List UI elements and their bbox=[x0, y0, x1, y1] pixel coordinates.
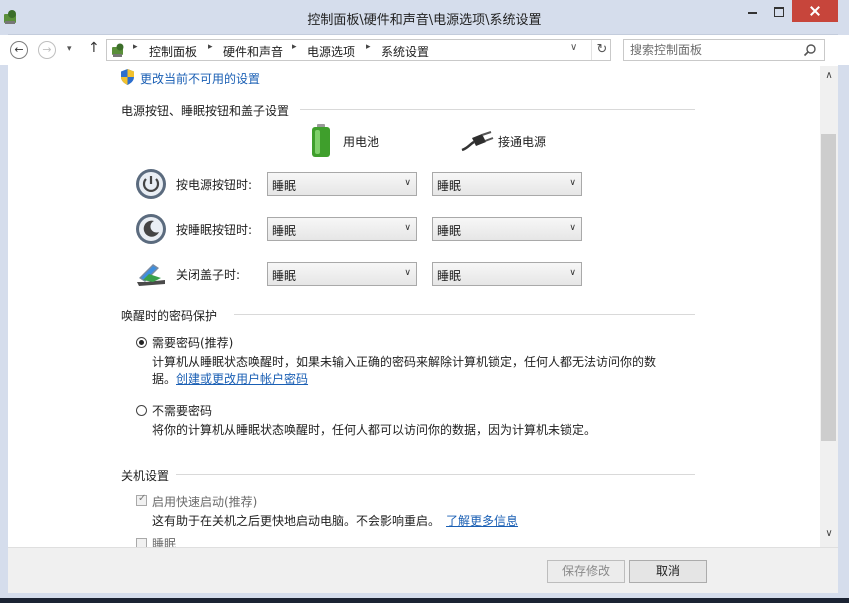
select-value: 睡眠 bbox=[272, 179, 297, 193]
no-password-label[interactable]: 不需要密码 bbox=[152, 402, 212, 419]
sleep-button-label: 按睡眠按钮时: bbox=[176, 223, 253, 237]
section-divider bbox=[234, 314, 695, 315]
navigation-bar: ← → ▾ ↑ ▸ 控制面板 ▸ 硬件和声音 ▸ 电源选项 ▸ 系统设置 ∨ ↻ bbox=[0, 35, 849, 65]
chevron-down-icon: ∨ bbox=[404, 223, 411, 233]
chevron-down-icon: ∨ bbox=[569, 223, 576, 233]
select-value: 睡眠 bbox=[272, 269, 297, 283]
recent-locations-button[interactable]: ▾ bbox=[67, 44, 72, 54]
up-button[interactable]: ↑ bbox=[88, 40, 100, 56]
scroll-up-arrow-icon[interactable]: ∧ bbox=[820, 70, 838, 81]
shutdown-section-title: 关机设置 bbox=[121, 469, 170, 483]
address-dropdown-button[interactable]: ∨ bbox=[570, 42, 577, 53]
select-value: 睡眠 bbox=[437, 179, 462, 193]
breadcrumb-separator[interactable]: ▸ bbox=[208, 42, 213, 52]
chevron-down-icon: ∨ bbox=[404, 268, 411, 278]
minimize-button[interactable] bbox=[740, 0, 765, 22]
require-password-description-2: 据。创建或更改用户帐户密码 bbox=[152, 370, 308, 387]
select-value: 睡眠 bbox=[272, 224, 297, 238]
wake-password-section-title: 唤醒时的密码保护 bbox=[121, 309, 218, 323]
chevron-down-icon: ∨ bbox=[569, 178, 576, 188]
close-lid-plugged-select[interactable]: 睡眠 ∨ bbox=[432, 262, 582, 286]
power-button-icon bbox=[136, 169, 166, 199]
column-header-battery: 用电池 bbox=[343, 135, 380, 149]
forward-button[interactable]: → bbox=[38, 41, 56, 59]
fast-startup-description: 这有助于在关机之后更快地启动电脑。不会影响重启。 了解更多信息 bbox=[152, 512, 518, 529]
power-button-plugged-select[interactable]: 睡眠 ∨ bbox=[432, 172, 582, 196]
select-value: 睡眠 bbox=[437, 224, 462, 238]
control-panel-icon bbox=[112, 43, 124, 57]
require-password-label[interactable]: 需要密码(推荐) bbox=[152, 334, 233, 351]
power-button-label: 按电源按钮时: bbox=[176, 178, 253, 192]
section-divider bbox=[176, 474, 695, 475]
settings-content: 更改当前不可用的设置 电源按钮、睡眠按钮和盖子设置 用电池 接通电源 按电源按钮… bbox=[8, 66, 820, 547]
breadcrumb-separator[interactable]: ▸ bbox=[292, 42, 297, 52]
window-frame-left bbox=[0, 34, 8, 603]
scroll-down-arrow-icon[interactable]: ∨ bbox=[820, 528, 838, 539]
power-button-battery-select[interactable]: 睡眠 ∨ bbox=[267, 172, 417, 196]
vertical-scrollbar[interactable]: ∧ ∨ bbox=[820, 66, 838, 547]
close-button[interactable] bbox=[792, 0, 838, 22]
chevron-down-icon: ∨ bbox=[569, 268, 576, 278]
scroll-thumb[interactable] bbox=[821, 134, 836, 441]
breadcrumb-power-options[interactable]: 电源选项 bbox=[307, 43, 355, 60]
uac-shield-icon bbox=[121, 69, 134, 85]
breadcrumb-system-settings[interactable]: 系统设置 bbox=[381, 43, 429, 60]
change-unavailable-settings-text[interactable]: 更改当前不可用的设置 bbox=[140, 70, 260, 87]
close-lid-battery-select[interactable]: 睡眠 ∨ bbox=[267, 262, 417, 286]
create-change-password-link[interactable]: 创建或更改用户帐户密码 bbox=[176, 372, 308, 386]
window-frame-right bbox=[838, 34, 849, 603]
address-bar[interactable]: ▸ 控制面板 ▸ 硬件和声音 ▸ 电源选项 ▸ 系统设置 ∨ ↻ bbox=[106, 39, 611, 61]
save-changes-button[interactable]: 保存修改 bbox=[547, 560, 625, 583]
description-text: 这有助于在关机之后更快地启动电脑。不会影响重启。 bbox=[152, 514, 441, 528]
no-password-description: 将你的计算机从睡眠状态唤醒时，任何人都可以访问你的数据，因为计算机未锁定。 bbox=[152, 423, 597, 437]
maximize-button[interactable] bbox=[766, 0, 791, 22]
chevron-down-icon: ∨ bbox=[404, 178, 411, 188]
window-title: 控制面板\硬件和声音\电源选项\系统设置 bbox=[307, 13, 542, 28]
back-button[interactable]: ← bbox=[10, 41, 28, 59]
sleep-button-battery-select[interactable]: 睡眠 ∨ bbox=[267, 217, 417, 241]
laptop-lid-icon bbox=[137, 264, 165, 286]
dialog-footer: 保存修改 取消 bbox=[8, 547, 838, 594]
search-box[interactable] bbox=[623, 39, 825, 61]
learn-more-link[interactable]: 了解更多信息 bbox=[446, 514, 518, 528]
column-header-plugged-in: 接通电源 bbox=[498, 135, 547, 149]
breadcrumb-control-panel[interactable]: 控制面板 bbox=[149, 43, 197, 60]
breadcrumb-separator[interactable]: ▸ bbox=[366, 42, 371, 52]
power-plug-icon bbox=[461, 131, 494, 152]
breadcrumb-hardware-sound[interactable]: 硬件和声音 bbox=[223, 43, 283, 60]
battery-icon bbox=[312, 124, 330, 157]
description-text: 据。 bbox=[152, 372, 177, 386]
require-password-description: 计算机从睡眠状态唤醒时，如果未输入正确的密码来解除计算机锁定，任何人都无法访问你… bbox=[152, 355, 657, 369]
sleep-button-icon bbox=[136, 214, 166, 244]
refresh-button[interactable]: ↻ bbox=[591, 40, 612, 60]
title-bar: 控制面板\硬件和声音\电源选项\系统设置 bbox=[0, 0, 849, 35]
select-value: 睡眠 bbox=[437, 269, 462, 283]
sleep-option-label: 睡眠 bbox=[152, 537, 177, 547]
require-password-radio[interactable] bbox=[136, 337, 147, 348]
no-password-radio[interactable] bbox=[136, 405, 147, 416]
search-icon[interactable] bbox=[803, 43, 817, 57]
cancel-button[interactable]: 取消 bbox=[629, 560, 707, 583]
section-divider bbox=[300, 109, 695, 110]
taskbar-edge bbox=[0, 598, 849, 603]
fast-startup-label: 启用快速启动(推荐) bbox=[152, 495, 258, 509]
search-input[interactable] bbox=[630, 42, 795, 58]
breadcrumb-separator[interactable]: ▸ bbox=[133, 42, 138, 52]
power-buttons-section-title: 电源按钮、睡眠按钮和盖子设置 bbox=[121, 104, 290, 118]
sleep-checkbox[interactable] bbox=[136, 538, 147, 547]
fast-startup-checkbox[interactable] bbox=[136, 493, 147, 506]
sleep-button-plugged-select[interactable]: 睡眠 ∨ bbox=[432, 217, 582, 241]
close-lid-label: 关闭盖子时: bbox=[176, 268, 241, 282]
